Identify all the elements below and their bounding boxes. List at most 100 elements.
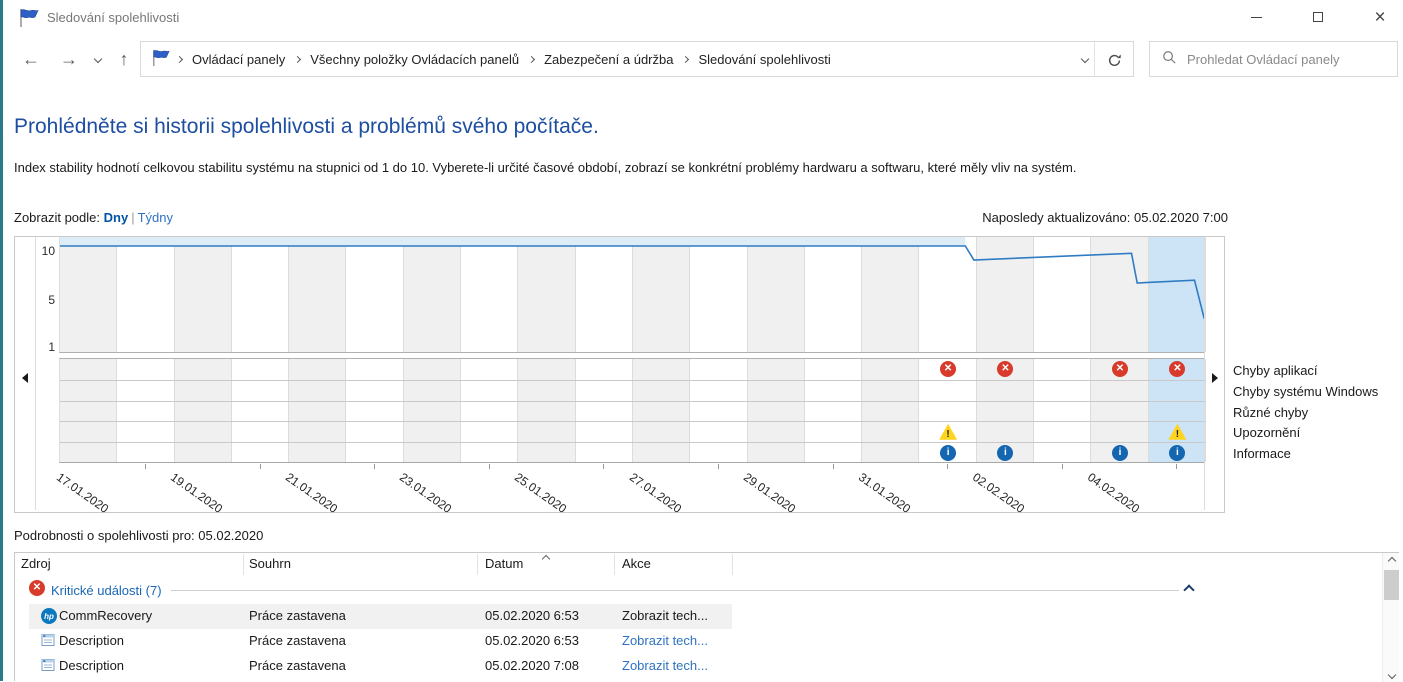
legend-label: Různé chyby [1233,403,1378,424]
info-icon: i [940,445,956,461]
x-axis-date-label: 25.01.2020 [512,470,569,516]
cell-date: 05.02.2020 7:08 [485,658,579,673]
view-technical-details-link[interactable]: Zobrazit tech... [622,658,708,673]
critical-error-icon: ✕ [29,580,45,596]
collapse-group-icon[interactable] [1183,584,1194,595]
day-column[interactable] [633,359,690,462]
x-axis-tick [947,464,948,469]
stability-index-line [60,237,1206,353]
maximize-button[interactable] [1295,0,1341,34]
column-divider[interactable] [243,554,244,575]
breadcrumb-item[interactable]: Sledování spolehlivosti [694,52,834,67]
day-column[interactable] [404,359,461,462]
column-divider[interactable] [477,554,478,575]
breadcrumb-chevron-icon[interactable] [682,55,689,62]
column-header-akce[interactable]: Akce [622,556,651,571]
legend-label: Informace [1233,444,1378,465]
grid-row-line [60,401,1206,402]
group-divider [171,590,1179,591]
day-column[interactable] [461,359,518,462]
day-column[interactable] [690,359,747,462]
column-divider[interactable] [732,554,733,575]
group-label: Kritické události (7) [51,583,162,598]
cell-source: Description [59,658,124,673]
day-column[interactable] [347,359,404,462]
day-column[interactable] [60,359,117,462]
breadcrumb-chevron-icon[interactable] [294,55,301,62]
day-column[interactable] [232,359,289,462]
day-column[interactable] [117,359,174,462]
breadcrumb-item[interactable]: Všechny položky Ovládacích panelů [306,52,523,67]
x-axis-date-label: 27.01.2020 [627,470,684,516]
breadcrumb-dropdown-icon[interactable] [1081,55,1089,63]
window-title: Sledování spolehlivosti [47,10,179,25]
table-scrollbar[interactable] [1382,553,1399,682]
x-axis-date-label: 23.01.2020 [397,470,454,516]
x-axis-date-label: 31.01.2020 [856,470,913,516]
day-column[interactable] [175,359,232,462]
scrollbar-thumb[interactable] [1384,570,1399,600]
last-updated-label: Naposledy aktualizováno: 05.02.2020 7:00 [828,210,1228,225]
scroll-up-button[interactable] [1383,553,1400,568]
scroll-down-button[interactable] [1383,667,1400,682]
minimize-icon [1251,17,1262,18]
grid-row-line [60,421,1206,422]
grid-row-line [60,380,1206,381]
sort-ascending-icon [542,555,550,563]
column-header-zdroj[interactable]: Zdroj [21,556,51,571]
chart-scroll-left-icon [22,373,28,383]
view-technical-details-link[interactable]: Zobrazit tech... [622,608,708,623]
table-row[interactable]: DescriptionPráce zastavena05.02.2020 7:0… [15,654,1381,679]
reliability-monitor-window: { "window": { "title": "Sledování spoleh… [0,0,1403,681]
application-icon [41,633,55,650]
breadcrumb-chevron-icon[interactable] [528,55,535,62]
stability-chart: 1051 ✕✕✕✕!!iiii 17.01.202019.01.202021.0… [14,236,1225,513]
search-icon [1162,50,1177,68]
event-row-legend: Chyby aplikacíChyby systému WindowsRůzné… [1233,361,1378,465]
column-divider[interactable] [614,554,615,575]
breadcrumb-item[interactable]: Ovládací panely [188,52,289,67]
view-by-row: Zobrazit podle: Dny|Týdny [14,210,173,225]
search-input[interactable]: Prohledat Ovládací panely [1149,41,1398,77]
day-column[interactable] [862,359,919,462]
table-row[interactable]: DescriptionPráce zastavena05.02.2020 6:5… [15,629,1381,654]
divider [1094,42,1095,76]
breadcrumb-flag-icon [151,49,171,70]
day-column[interactable] [576,359,633,462]
details-title: Podrobnosti o spolehlivosti pro: 05.02.2… [14,528,263,543]
column-header-datum[interactable]: Datum [485,556,523,571]
close-button[interactable]: × [1357,0,1403,34]
breadcrumb[interactable]: Ovládací panely Všechny položky Ovládacíc… [140,41,1134,77]
column-header-souhrn[interactable]: Souhrn [249,556,291,571]
cell-summary: Práce zastavena [249,633,346,648]
day-column[interactable] [518,359,575,462]
grid-row-line [60,442,1206,443]
stability-plot-area [59,237,1205,353]
chart-scroll-left[interactable] [15,237,36,510]
x-axis-tick [1176,464,1177,469]
back-button[interactable]: ← [17,36,45,82]
table-row[interactable]: hpCommRecoveryPráce zastavena05.02.2020 … [15,604,1381,629]
up-button[interactable]: ↑ [111,36,137,82]
forward-button[interactable]: → [55,36,83,82]
critical-events-group-row[interactable]: ✕ Kritické události (7) [15,577,1381,604]
y-axis-tick-label: 10 [35,244,55,258]
x-axis-tick [1062,464,1063,469]
chart-scroll-right[interactable] [1204,237,1224,510]
day-column[interactable] [289,359,346,462]
reliability-flag-icon [18,8,40,31]
history-dropdown-icon[interactable] [89,36,107,82]
breadcrumb-item[interactable]: Zabezpečení a údržba [540,52,677,67]
view-by-label: Zobrazit podle: [14,210,100,225]
x-axis-tick [145,464,146,469]
day-column[interactable] [1034,359,1091,462]
cell-source: CommRecovery [59,608,152,623]
refresh-button[interactable] [1101,50,1127,70]
view-weeks-link[interactable]: Týdny [138,210,173,225]
day-column[interactable] [748,359,805,462]
view-technical-details-link[interactable]: Zobrazit tech... [622,633,708,648]
breadcrumb-chevron-icon [176,55,183,62]
view-days-link[interactable]: Dny [104,210,129,225]
day-column[interactable] [805,359,862,462]
minimize-button[interactable] [1233,0,1279,34]
